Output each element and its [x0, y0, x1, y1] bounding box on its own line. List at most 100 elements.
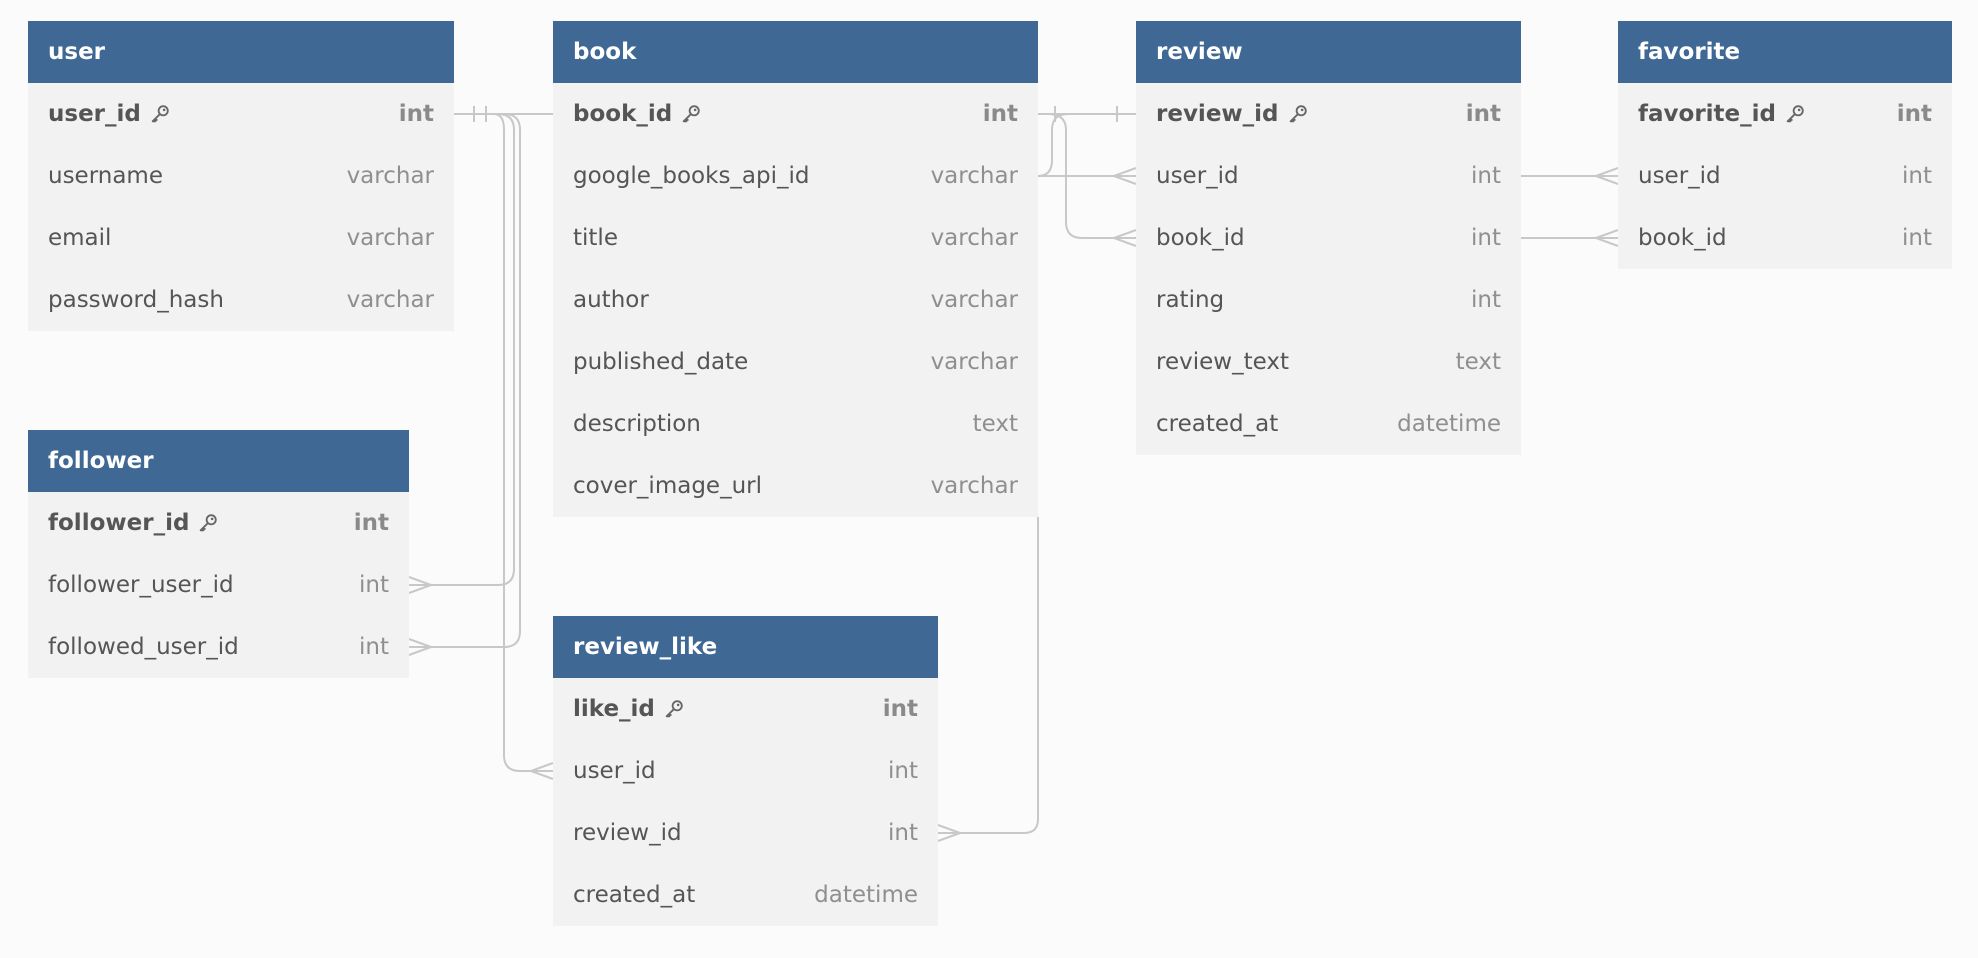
primary-key-field-row[interactable]: like_id int	[553, 678, 938, 740]
relation-line-review-reviewlike[interactable]	[938, 517, 1039, 834]
field-name-group: follower_user_id	[48, 572, 234, 598]
field-row[interactable]: title varchar	[553, 207, 1038, 269]
field-name: cover_image_url	[573, 473, 762, 499]
field-name: book_id	[1156, 225, 1245, 251]
field-row[interactable]: description text	[553, 393, 1038, 455]
field-name-group: review_text	[1156, 349, 1289, 375]
field-row[interactable]: created_at datetime	[1136, 393, 1521, 455]
primary-key-field-row[interactable]: user_id int	[28, 83, 454, 145]
field-name-group: cover_image_url	[573, 473, 762, 499]
table-header[interactable]: review	[1136, 21, 1521, 83]
field-list: book_id int google_books_api_id varchar titl…	[553, 83, 1038, 517]
relation-line-book-loop[interactable]	[1037, 113, 1069, 177]
field-name: description	[573, 411, 701, 437]
field-row[interactable]: published_date varchar	[553, 331, 1038, 393]
field-name-group: author	[573, 287, 649, 313]
field-type: varchar	[930, 287, 1018, 313]
field-name: created_at	[1156, 411, 1279, 437]
field-row[interactable]: created_at datetime	[553, 864, 938, 926]
field-row[interactable]: review_id int	[553, 802, 938, 864]
table-header[interactable]: review_like	[553, 616, 938, 678]
field-name: created_at	[573, 882, 696, 908]
field-name: user_id	[1638, 163, 1721, 189]
field-list: user_id int username varchar email varchar pas…	[28, 83, 454, 331]
field-name-group: created_at	[1156, 411, 1278, 437]
table-header[interactable]: book	[553, 21, 1038, 83]
table-follower[interactable]: follower follower_id int follower_user_id in…	[28, 430, 409, 678]
table-header[interactable]: user	[28, 21, 454, 83]
field-type: int	[1896, 101, 1932, 127]
field-type: int	[1902, 163, 1932, 189]
field-row[interactable]: user_id int	[553, 740, 938, 802]
table-header[interactable]: follower	[28, 430, 409, 492]
diagram-canvas[interactable]: user user_id int username varchar email varcha…	[0, 0, 1978, 958]
field-name-group: like_id	[573, 696, 685, 722]
field-row[interactable]: follower_user_id int	[28, 554, 409, 616]
field-name-group: email	[48, 225, 111, 251]
field-type: int	[982, 101, 1018, 127]
field-type: int	[1471, 287, 1501, 313]
field-row[interactable]: google_books_api_id varchar	[553, 145, 1038, 207]
field-row[interactable]: password_hash varchar	[28, 269, 454, 331]
field-row[interactable]: cover_image_url varchar	[553, 455, 1038, 517]
primary-key-field-row[interactable]: book_id int	[553, 83, 1038, 145]
field-name-group: user_id	[1156, 163, 1239, 189]
field-name: email	[48, 225, 112, 251]
field-row[interactable]: review_text text	[1136, 331, 1521, 393]
field-row[interactable]: email varchar	[28, 207, 454, 269]
table-header[interactable]: favorite	[1618, 21, 1952, 83]
field-name: user_id	[1156, 163, 1239, 189]
table-review-like[interactable]: review_like like_id int user_id int review_id…	[553, 616, 938, 926]
primary-key-field-row[interactable]: follower_id int	[28, 492, 409, 554]
primary-key-field-row[interactable]: favorite_id int	[1618, 83, 1952, 145]
field-name: book_id	[573, 101, 673, 127]
table-review[interactable]: review review_id int user_id int book_id int ra…	[1136, 21, 1521, 455]
table-book[interactable]: book book_id int google_books_api_id varchar…	[553, 21, 1038, 517]
field-name-group: google_books_api_id	[573, 163, 810, 189]
many-cardinality-mark	[1113, 229, 1137, 247]
field-row[interactable]: rating int	[1136, 269, 1521, 331]
table-favorite[interactable]: favorite favorite_id int user_id int book_id i…	[1618, 21, 1952, 269]
relation-line-user-reviewlike[interactable]	[493, 113, 553, 772]
field-name-group: book_id	[1638, 225, 1727, 251]
field-list: favorite_id int user_id int book_id int	[1618, 83, 1952, 269]
field-name-group: user_id	[1638, 163, 1721, 189]
field-row[interactable]: book_id int	[1136, 207, 1521, 269]
many-cardinality-mark	[530, 762, 554, 780]
field-type: int	[1471, 225, 1501, 251]
field-name-group: followed_user_id	[48, 634, 239, 660]
field-type: text	[1455, 349, 1501, 375]
field-name: author	[573, 287, 649, 313]
field-type: int	[1465, 101, 1501, 127]
field-name-group: review_id	[573, 820, 682, 846]
field-type: varchar	[930, 473, 1018, 499]
field-name-group: favorite_id	[1638, 101, 1806, 127]
field-name: book_id	[1638, 225, 1727, 251]
table-user[interactable]: user user_id int username varchar email varcha…	[28, 21, 454, 331]
field-name-group: published_date	[573, 349, 748, 375]
field-row[interactable]: followed_user_id int	[28, 616, 409, 678]
field-type: int	[888, 820, 918, 846]
field-row[interactable]: username varchar	[28, 145, 454, 207]
field-row[interactable]: user_id int	[1136, 145, 1521, 207]
field-name-group: book_id	[573, 101, 702, 127]
key-icon	[197, 512, 219, 534]
field-name: follower_id	[48, 510, 190, 536]
field-row[interactable]: user_id int	[1618, 145, 1952, 207]
field-type: int	[888, 758, 918, 784]
field-name-group: description	[573, 411, 701, 437]
field-type: varchar	[346, 225, 434, 251]
field-type: varchar	[930, 225, 1018, 251]
field-name-group: user_id	[48, 101, 171, 127]
many-cardinality-mark	[1595, 229, 1619, 247]
field-name: review_text	[1156, 349, 1289, 375]
field-type: int	[1471, 163, 1501, 189]
field-type: varchar	[930, 349, 1018, 375]
relation-line-book-review-bookid[interactable]	[1047, 113, 1136, 239]
field-row[interactable]: book_id int	[1618, 207, 1952, 269]
many-cardinality-mark	[1595, 167, 1619, 185]
primary-key-field-row[interactable]: review_id int	[1136, 83, 1521, 145]
field-row[interactable]: author varchar	[553, 269, 1038, 331]
many-cardinality-mark	[408, 576, 432, 594]
field-type: varchar	[346, 163, 434, 189]
